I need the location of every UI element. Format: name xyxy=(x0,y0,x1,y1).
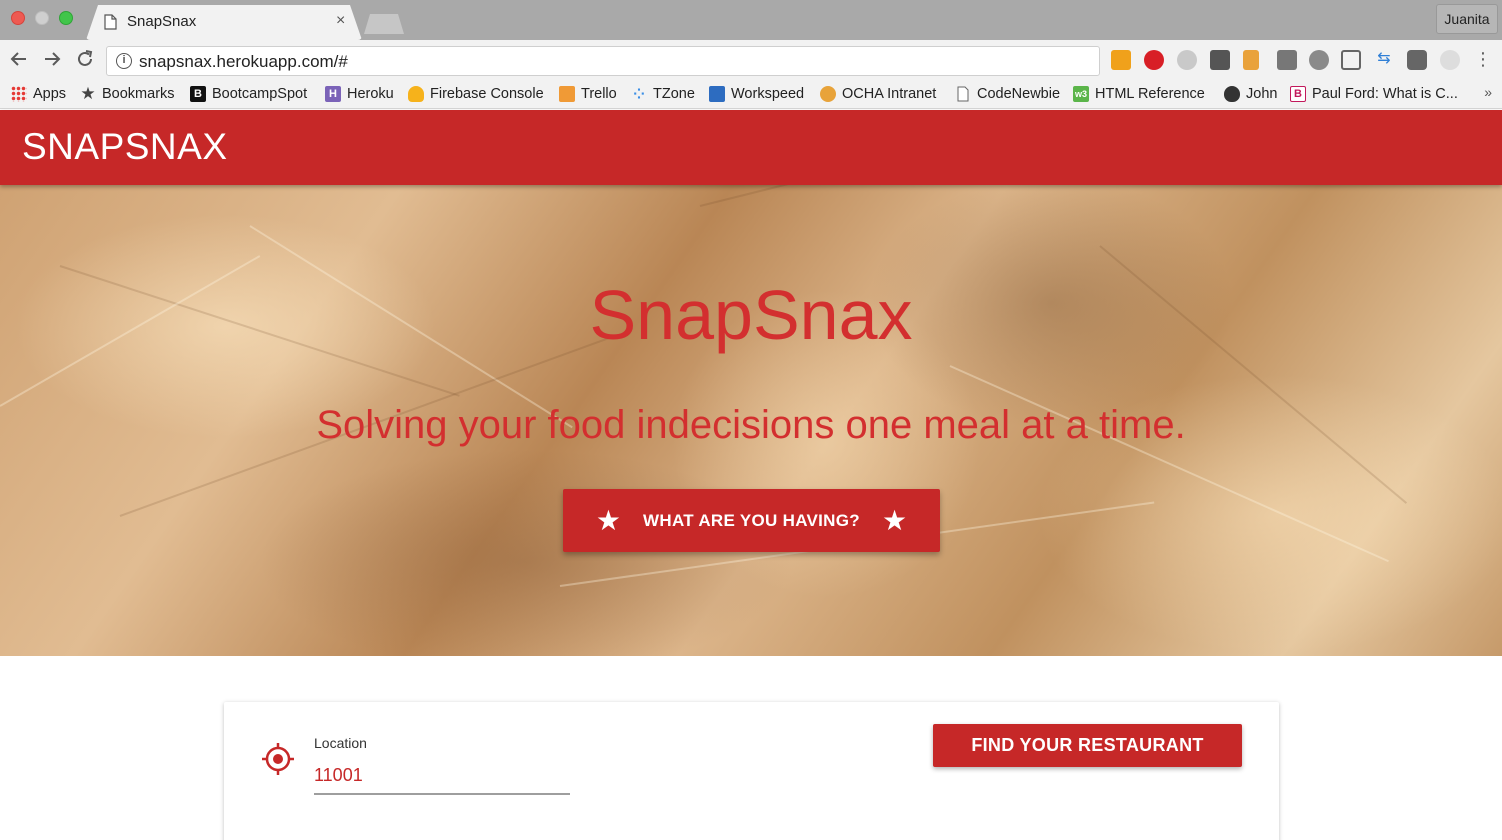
star-icon: ★ xyxy=(595,504,622,536)
hero-section: SnapSnax Solving your food indecisions o… xyxy=(0,185,1502,656)
browser-toolbar: i snapsnax.herokuapp.com/# ⇆ ⋮ xyxy=(0,40,1502,80)
close-tab-icon[interactable]: × xyxy=(336,12,345,30)
transfer-extension-icon[interactable]: ⇆ xyxy=(1374,50,1394,70)
amazon-extension-icon[interactable] xyxy=(1111,50,1131,70)
maximize-window-button[interactable] xyxy=(59,11,73,25)
bookmark-label: Trello xyxy=(581,86,617,102)
find-restaurant-button[interactable]: FIND YOUR RESTAURANT xyxy=(933,724,1242,767)
site-navbar: SNAPSNAX xyxy=(0,110,1502,185)
bookmark-bootcampspot[interactable]: B BootcampSpot xyxy=(190,84,307,104)
bookmark-label: John xyxy=(1246,86,1278,102)
minimize-window-button[interactable] xyxy=(35,11,49,25)
reload-icon[interactable] xyxy=(74,48,96,70)
document-icon xyxy=(957,86,969,102)
bookmark-label: TZone xyxy=(653,86,695,102)
bookmark-label: CodeNewbie xyxy=(977,86,1061,102)
location-search-card: Location FIND YOUR RESTAURANT xyxy=(224,702,1279,840)
new-tab-button[interactable] xyxy=(364,14,404,34)
bookmark-label: BootcampSpot xyxy=(212,86,308,102)
bookmark-label: Firebase Console xyxy=(430,86,544,102)
back-arrow-icon[interactable] xyxy=(8,48,30,70)
close-window-button[interactable] xyxy=(11,11,25,25)
heroku-icon: H xyxy=(325,86,341,102)
location-input[interactable] xyxy=(314,757,570,795)
star-icon: ★ xyxy=(881,504,908,536)
bookmark-html-reference[interactable]: w3 HTML Reference xyxy=(1073,84,1205,104)
bookmark-codenewbie[interactable]: CodeNewbie xyxy=(955,84,1060,104)
eyedropper-extension-icon[interactable] xyxy=(1277,50,1297,70)
address-bar[interactable]: i snapsnax.herokuapp.com/# xyxy=(106,46,1100,76)
tzone-icon: ⁘ xyxy=(633,85,645,102)
cloud-extension-icon[interactable] xyxy=(1177,50,1197,70)
site-info-icon[interactable]: i xyxy=(116,53,132,69)
forward-arrow-icon[interactable] xyxy=(41,48,63,70)
bookmark-ocha[interactable]: OCHA Intranet xyxy=(820,84,936,104)
pocket-extension-icon[interactable] xyxy=(1210,50,1230,70)
bookmark-label: Workspeed xyxy=(731,86,805,102)
bookmark-trello[interactable]: Trello xyxy=(559,84,617,104)
bookmark-apps[interactable]: Apps xyxy=(11,84,66,104)
bookmark-firebase[interactable]: Firebase Console xyxy=(408,84,544,104)
screenshot-extension-icon[interactable] xyxy=(1341,50,1361,70)
paper-crease xyxy=(699,185,1186,207)
bookmark-john[interactable]: John xyxy=(1224,84,1277,104)
hero-title: SnapSnax xyxy=(589,276,913,354)
bookmark-label: Bookmarks xyxy=(102,86,175,102)
bookmark-label: Apps xyxy=(33,86,67,102)
bookmark-paul-ford[interactable]: B Paul Ford: What is C... xyxy=(1290,84,1458,104)
menu-kebab-icon[interactable]: ⋮ xyxy=(1472,48,1494,70)
browser-titlebar: SnapSnax × Juanita xyxy=(0,0,1502,40)
bookmark-tzone[interactable]: ⁘ TZone xyxy=(631,84,695,104)
bookmark-workspeed[interactable]: Workspeed xyxy=(709,84,804,104)
tab-title: SnapSnax xyxy=(127,13,197,30)
firebase-icon xyxy=(408,86,424,102)
bookmark-label: OCHA Intranet xyxy=(842,86,937,102)
signpost-extension-icon[interactable] xyxy=(1243,50,1259,70)
apple-icon xyxy=(1224,86,1240,102)
sync-extension-icon[interactable] xyxy=(1440,50,1460,70)
document-icon xyxy=(104,14,117,30)
apps-grid-icon xyxy=(11,86,27,102)
star-icon: ★ xyxy=(80,84,96,103)
ocha-icon xyxy=(820,86,836,102)
bookmark-heroku[interactable]: H Heroku xyxy=(325,84,394,104)
what-are-you-having-button[interactable]: ★ WHAT ARE YOU HAVING? ★ xyxy=(563,489,940,552)
cta-label: WHAT ARE YOU HAVING? xyxy=(643,510,860,530)
bloomberg-icon: B xyxy=(1290,86,1306,102)
evernote-extension-icon[interactable] xyxy=(1407,50,1427,70)
more-bookmarks-chevron-icon[interactable]: » xyxy=(1484,84,1492,100)
brand-logo[interactable]: SNAPSNAX xyxy=(22,126,228,168)
pinterest-extension-icon[interactable] xyxy=(1144,50,1164,70)
html-reference-icon: w3 xyxy=(1073,86,1089,102)
globe-extension-icon[interactable] xyxy=(1309,50,1329,70)
bookmark-label: Paul Ford: What is C... xyxy=(1312,86,1458,102)
bootcampspot-icon: B xyxy=(190,86,206,102)
hero-subtitle: Solving your food indecisions one meal a… xyxy=(316,403,1186,447)
workspeed-icon xyxy=(709,86,725,102)
bookmarks-bar: Apps ★ Bookmarks B BootcampSpot H Heroku… xyxy=(0,80,1502,109)
paper-crease xyxy=(949,365,1389,563)
bookmark-bookmarks[interactable]: ★ Bookmarks xyxy=(80,84,175,104)
profile-button[interactable]: Juanita xyxy=(1436,4,1498,34)
trello-icon xyxy=(559,86,575,102)
location-label: Location xyxy=(314,735,367,751)
url-text: snapsnax.herokuapp.com/# xyxy=(139,52,348,71)
location-target-icon xyxy=(262,743,294,775)
bookmark-label: HTML Reference xyxy=(1095,86,1205,102)
bookmark-label: Heroku xyxy=(347,86,394,102)
